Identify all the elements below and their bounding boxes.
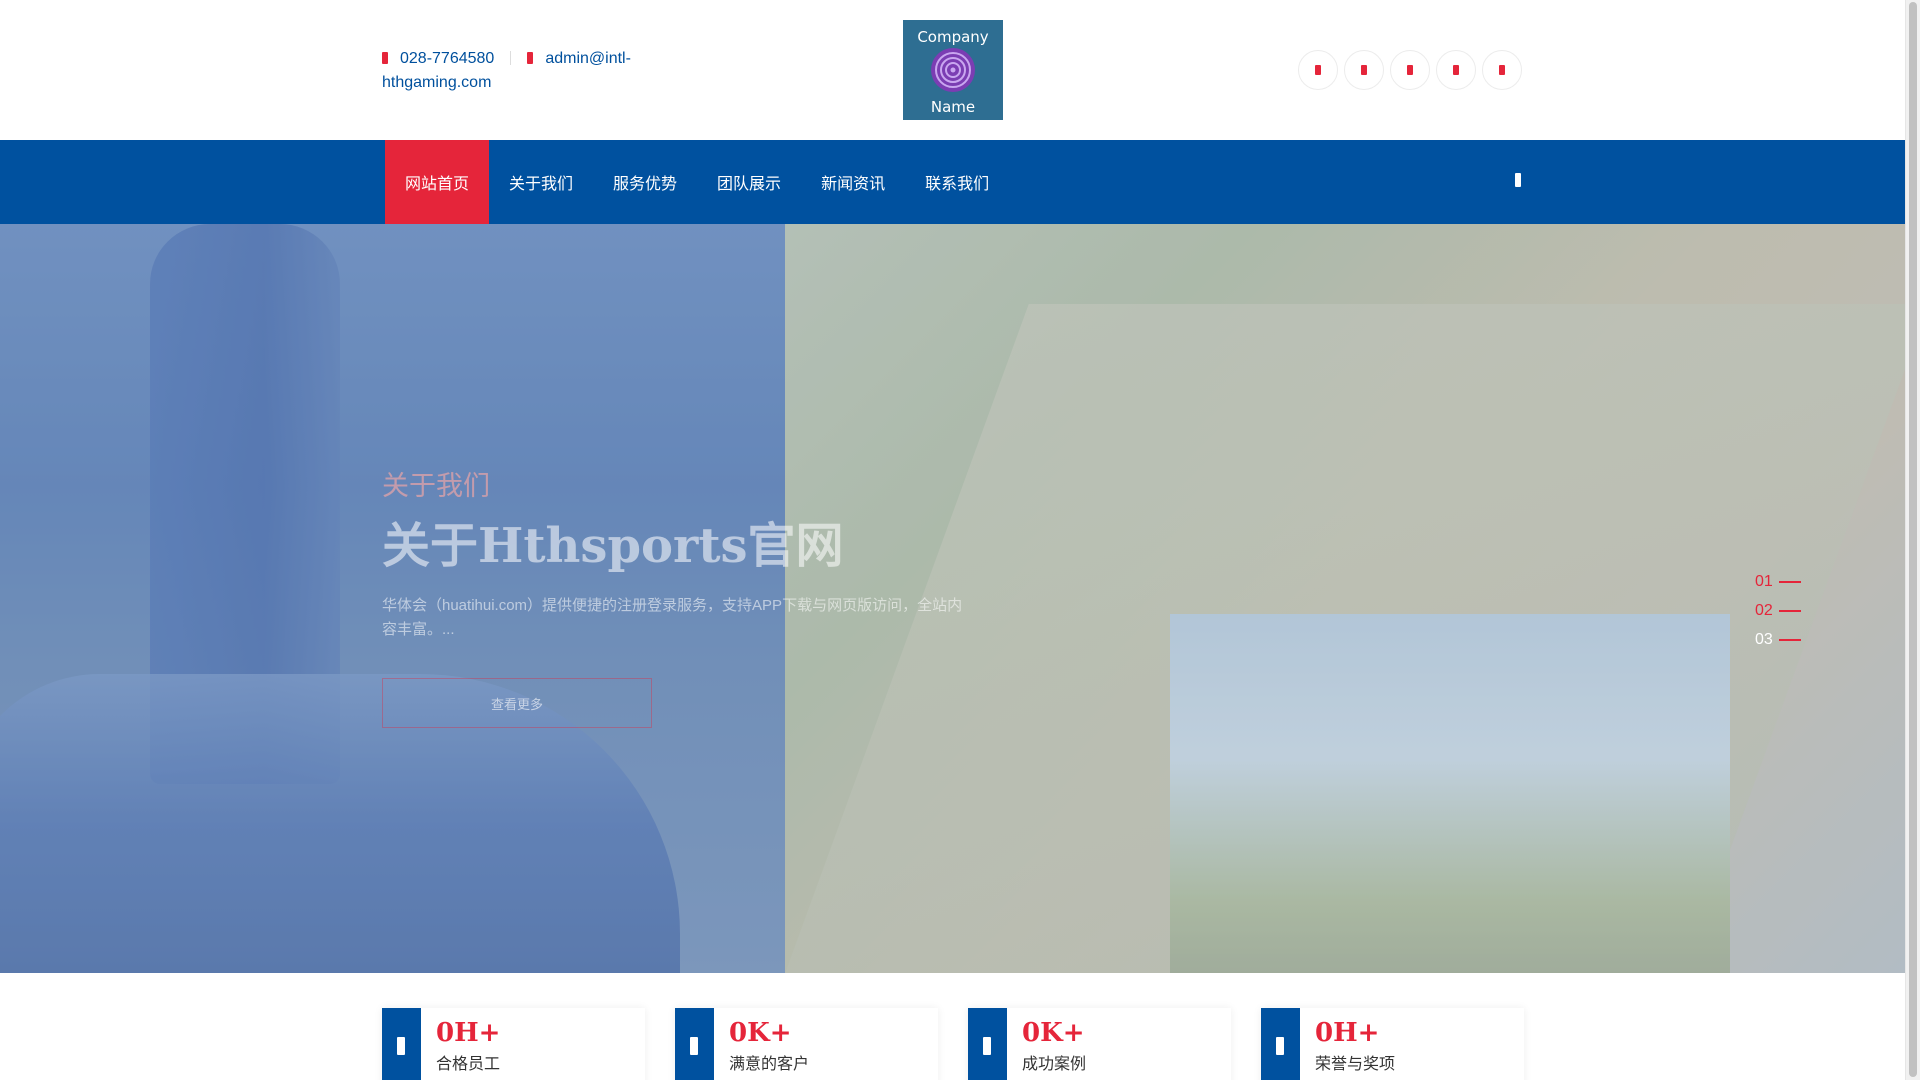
email-icon — [527, 52, 534, 64]
stat-card: 0K+ 满意的客户 — [675, 1008, 938, 1080]
divider — [510, 51, 512, 65]
social-links — [1298, 50, 1522, 90]
hero-kicker: 关于我们 — [382, 471, 490, 502]
stat-label: 成功案例 — [1022, 1056, 1087, 1073]
cases-icon — [983, 1037, 991, 1055]
hero-description: 华体会（huatihui.com）提供便捷的注册登录服务，支持APP下载与网页版… — [382, 597, 963, 638]
company-logo[interactable]: Company Name — [903, 20, 1003, 120]
stat-number: 0H+ — [1315, 1018, 1380, 1048]
nav-item-services[interactable]: 服务优势 — [593, 140, 697, 224]
nav-item-about[interactable]: 关于我们 — [489, 140, 593, 224]
search-icon[interactable] — [1515, 173, 1521, 187]
nav-item-team[interactable]: 团队展示 — [697, 140, 801, 224]
social-icon-4[interactable] — [1436, 50, 1476, 90]
social-icon-1[interactable] — [1298, 50, 1338, 90]
brand-glyph-icon — [1453, 65, 1459, 75]
slide-dot-2[interactable]: 02 — [1755, 596, 1801, 625]
slide-dot-1[interactable]: 01 — [1755, 567, 1801, 596]
stat-number: 0H+ — [436, 1018, 501, 1048]
page-scrollbar[interactable] — [1905, 0, 1920, 1080]
nav-item-news[interactable]: 新闻资讯 — [801, 140, 905, 224]
phone-number[interactable]: 028-7764580 — [400, 50, 494, 67]
employees-icon — [397, 1037, 405, 1055]
awards-icon — [1276, 1037, 1284, 1055]
page: 028-7764580 admin@intl-hthgaming.com Comp… — [0, 0, 1920, 1080]
stat-label: 满意的客户 — [729, 1056, 810, 1073]
stat-number: 0K+ — [729, 1018, 792, 1048]
slide-dot-3[interactable]: 03 — [1755, 625, 1801, 654]
view-more-button[interactable]: 查看更多 — [382, 678, 652, 728]
social-icon-2[interactable] — [1344, 50, 1384, 90]
social-icon-3[interactable] — [1390, 50, 1430, 90]
social-icon-5[interactable] — [1482, 50, 1522, 90]
slide-pager: 01 02 03 — [1755, 567, 1801, 654]
top-header: 028-7764580 admin@intl-hthgaming.com Comp… — [0, 0, 1905, 140]
stat-label: 合格员工 — [436, 1056, 501, 1073]
main-nav: 网站首页 关于我们 服务优势 团队展示 新闻资讯 联系我们 — [0, 140, 1905, 224]
scrollbar-thumb[interactable] — [1909, 2, 1917, 1077]
brand-glyph-icon — [1407, 65, 1413, 75]
brand-glyph-icon — [1361, 65, 1367, 75]
nav-item-home[interactable]: 网站首页 — [385, 140, 490, 224]
stats-row: 0H+ 合格员工 0K+ 满意的客户 0K+ 成功案例 0H+ 荣誉与奖项 — [382, 1008, 1524, 1080]
stat-label: 荣誉与奖项 — [1315, 1056, 1396, 1073]
stat-number: 0K+ — [1022, 1018, 1085, 1048]
contact-info: 028-7764580 admin@intl-hthgaming.com — [382, 47, 702, 95]
phone-icon — [382, 52, 388, 64]
stat-card: 0H+ 合格员工 — [382, 1008, 645, 1080]
hero-slider: 关于我们 关于Hthsports官网 华体会（huatihui.com）提供便捷… — [0, 224, 1905, 973]
clients-icon — [690, 1037, 698, 1055]
stat-card: 0H+ 荣誉与奖项 — [1261, 1008, 1524, 1080]
nav-item-contact[interactable]: 联系我们 — [905, 140, 1009, 224]
stat-card: 0K+ 成功案例 — [968, 1008, 1231, 1080]
logo-text-bottom: Name — [931, 98, 975, 116]
brand-glyph-icon — [1499, 65, 1505, 75]
brand-glyph-icon — [1315, 65, 1321, 75]
hero-title: 关于Hthsports官网 — [382, 518, 844, 574]
logo-text-top: Company — [917, 28, 988, 46]
